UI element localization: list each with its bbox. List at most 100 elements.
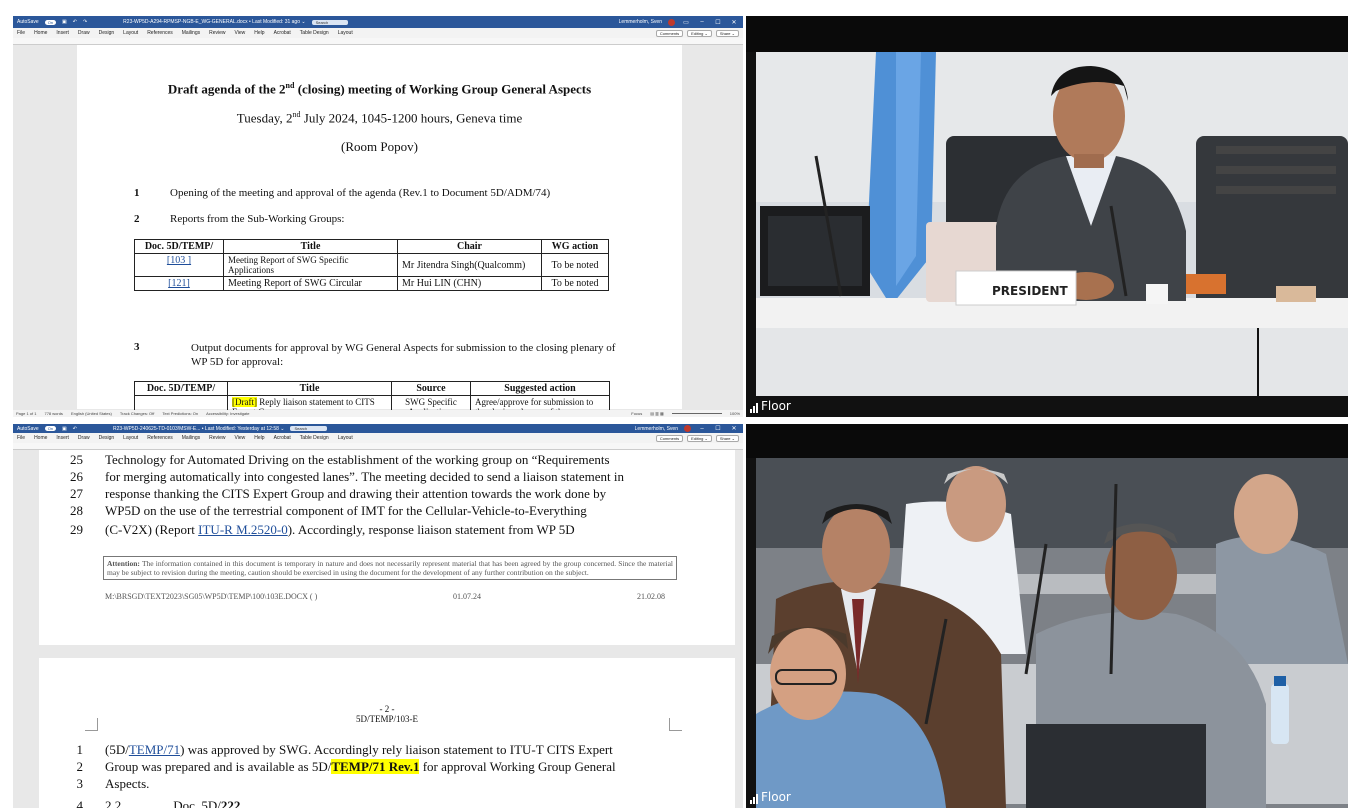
ribbon-tab[interactable]: Acrobat [274, 435, 291, 441]
minimize-icon[interactable]: – [697, 426, 707, 432]
autosave-toggle[interactable]: On [44, 426, 57, 431]
ribbon-tab[interactable]: Design [99, 30, 115, 36]
table-cell: Mr Jitendra Singh(Qualcomm) [397, 253, 542, 277]
video-frame [746, 424, 1348, 808]
signal-icon [750, 794, 758, 804]
ribbon-tab[interactable]: Home [34, 30, 47, 36]
signal-icon [750, 403, 758, 413]
doc-line: WP5D on the use of the terrestrial compo… [105, 503, 587, 518]
ribbon-tab[interactable]: Review [209, 435, 225, 441]
search-input[interactable]: Search [311, 19, 349, 25]
ribbon-tab[interactable]: View [235, 435, 246, 441]
ribbon-tab[interactable]: Draw [78, 435, 90, 441]
ribbon-tab[interactable]: Help [254, 435, 264, 441]
ribbon-tab[interactable]: Design [99, 435, 115, 441]
user-name[interactable]: Lemmerholm, Sven [635, 426, 678, 432]
ribbon-tab[interactable]: Layout [338, 435, 353, 441]
comments-button[interactable]: Comments [655, 434, 684, 442]
table-row: [121] Meeting Report of SWG Circular Mr … [134, 276, 609, 291]
ribbon-tab[interactable]: File [17, 435, 25, 441]
zoom-slider[interactable] [671, 413, 722, 414]
highlighted-doc-ref[interactable]: TEMP/71 Rev.1 [331, 759, 420, 774]
table-cell: Mr Hui LIN (CHN) [397, 276, 542, 291]
status-bar: Page 1 of 1 778 words English (United Stat… [13, 410, 743, 417]
autosave-label: AutoSave [17, 425, 39, 432]
focus-button[interactable]: Focus [631, 411, 642, 416]
view-buttons[interactable]: ▤ ▥ ▦ [650, 411, 664, 416]
temp-doc-link[interactable]: TEMP/71 [129, 742, 180, 757]
status-item[interactable]: English (United States) [71, 411, 112, 416]
ribbon-tab[interactable]: Draw [78, 30, 90, 36]
footer-path: M:\BRSGD\TEXT2023\SG05\WP5D\TEMP\100\103… [105, 592, 318, 601]
share-button[interactable]: Share ⌄ [715, 434, 739, 442]
ribbon-tab[interactable]: References [147, 435, 173, 441]
ribbon-tab[interactable]: View [235, 30, 246, 36]
doc-line: response thanking the CITS Expert Group … [105, 486, 607, 501]
status-item[interactable]: Page 1 of 1 [16, 411, 36, 416]
ribbon-tab[interactable]: File [17, 30, 25, 36]
ribbon-tab[interactable]: Home [34, 435, 47, 441]
ribbon-tab[interactable]: Table Design [300, 30, 329, 36]
document-page[interactable]: Draft agenda of the 2nd (closing) meetin… [77, 45, 682, 417]
margin-mark [85, 718, 98, 731]
swg-reports-table: Doc. 5D/TEMP/ Title Chair WG action [103… [134, 239, 609, 291]
itu-report-link[interactable]: ITU-R M.2520-0 [198, 522, 288, 537]
user-name[interactable]: Lemmerholm, Sven [619, 19, 662, 25]
ribbon-tab[interactable]: Layout [123, 435, 138, 441]
redo-icon[interactable]: ↷ [83, 19, 87, 25]
ribbon-tab[interactable]: Layout [338, 30, 353, 36]
undo-icon[interactable]: ↶ [73, 426, 77, 432]
share-button[interactable]: Share ⌄ [715, 29, 739, 37]
avatar[interactable] [668, 18, 675, 26]
save-icon[interactable]: ▣ [62, 19, 67, 25]
comments-button[interactable]: Comments [655, 29, 684, 37]
ribbon-tab[interactable]: Mailings [182, 435, 200, 441]
line-number: 27 [70, 486, 83, 501]
autosave-toggle[interactable]: On [44, 19, 57, 25]
maximize-icon[interactable]: ☐ [713, 425, 723, 432]
status-item[interactable]: 778 words [44, 411, 62, 416]
status-item[interactable]: Track Changes: Off [120, 411, 154, 416]
minimize-icon[interactable]: – [697, 19, 707, 25]
channel-name: Floor [761, 790, 791, 804]
video-feed-delegates: Floor [746, 424, 1348, 808]
search-input[interactable]: Search [290, 426, 328, 431]
editing-button[interactable]: Editing ⌄ [687, 434, 712, 442]
ruler[interactable] [13, 38, 743, 45]
status-item[interactable]: Text Predictions: On [162, 411, 198, 416]
nameplate-label: PRESIDENT [992, 284, 1068, 298]
ribbon-tab[interactable]: Acrobat [274, 30, 291, 36]
save-icon[interactable]: ▣ [62, 426, 67, 432]
doc-link[interactable]: [103 ] [167, 255, 191, 266]
page-number: - 2 - [379, 704, 395, 714]
close-icon[interactable]: ✕ [729, 19, 739, 26]
zoom-level[interactable]: 100% [730, 411, 740, 416]
avatar[interactable] [684, 425, 691, 432]
ruler[interactable] [13, 443, 743, 450]
ribbon-tab[interactable]: Mailings [182, 30, 200, 36]
table-cell: To be noted [541, 276, 609, 291]
document-page-2[interactable]: - 2 - 5D/TEMP/103-E 1 (5D/TEMP/71) was a… [39, 658, 735, 808]
ribbon-tab[interactable]: References [147, 30, 173, 36]
undo-icon[interactable]: ↶ [73, 19, 77, 25]
status-item[interactable]: Accessibility: Investigate [206, 411, 249, 416]
document-name[interactable]: R23-WP5D-A294-RPMSP-NGB-E_WG-GENERAL.doc… [123, 19, 305, 25]
close-icon[interactable]: ✕ [729, 425, 739, 432]
ribbon-tab[interactable]: Insert [56, 30, 69, 36]
agenda-item-2: Reports from the Sub-Working Groups: [170, 213, 345, 225]
table-cell: Meeting Report of SWG Circular [223, 276, 398, 291]
document-name[interactable]: R23-WP5D-240625-TD-0103!MSW-E... • Last … [113, 426, 284, 432]
editing-button[interactable]: Editing ⌄ [687, 29, 712, 37]
document-page-1[interactable]: 25 Technology for Automated Driving on th… [39, 450, 735, 645]
ribbon-tab[interactable]: Help [254, 30, 264, 36]
item-number: 1 [134, 187, 140, 199]
maximize-icon[interactable]: ☐ [713, 19, 723, 26]
ribbon-tab[interactable]: Layout [123, 30, 138, 36]
ribbon-tab[interactable]: Table Design [300, 435, 329, 441]
ribbon-tab[interactable]: Review [209, 30, 225, 36]
word-window-bottom: AutoSave On ▣ ↶ R23-WP5D-240625-TD-0103!… [13, 424, 743, 808]
ribbon-display-icon[interactable]: ▭ [681, 19, 691, 26]
ribbon-tab[interactable]: Insert [56, 435, 69, 441]
doc-link[interactable]: [121] [168, 278, 190, 289]
table-header: Doc. 5D/TEMP/ [134, 239, 224, 254]
